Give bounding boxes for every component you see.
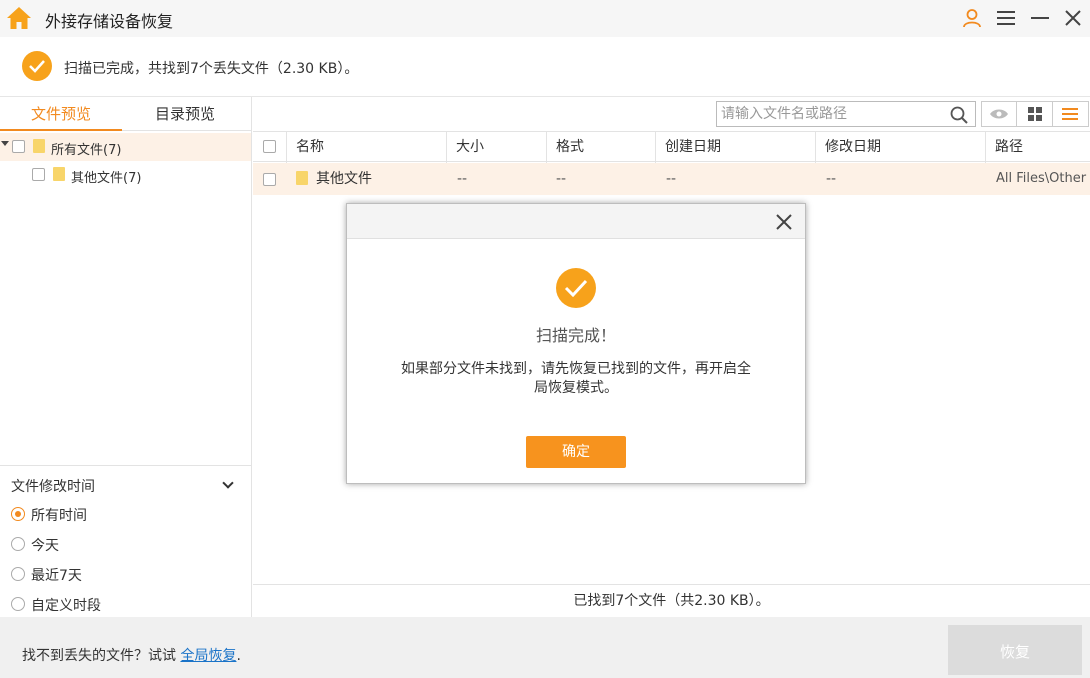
table-header: 名称 大小 格式 创建日期 修改日期 路径 [253, 131, 1090, 163]
column-name[interactable]: 名称 [286, 132, 446, 163]
footer-prompt: 找不到丢失的文件？试试 全局恢复. [22, 645, 241, 665]
global-recovery-link[interactable]: 全局恢复 [180, 648, 236, 664]
tree-item-all-files[interactable]: 所有文件(7) [0, 133, 251, 161]
app-title: 外接存储设备恢复 [45, 12, 174, 31]
home-icon[interactable] [6, 5, 32, 31]
table-row[interactable]: 其他文件 -- -- -- -- All Files\Other [253, 163, 1090, 195]
dialog-header [347, 204, 805, 239]
tree-item-label: 所有文件(7) [51, 143, 122, 158]
list-view-icon[interactable] [1053, 102, 1088, 126]
cell-modified: -- [826, 171, 837, 187]
cell-path: All Files\Other [996, 171, 1087, 186]
modified-time-filter: 文件修改时间 所有时间 今天 最近7天 自定义时段 [0, 465, 251, 617]
dialog-title: 扫描完成！ [535, 326, 616, 345]
grid-view-icon[interactable] [1017, 102, 1053, 126]
tab-file-preview[interactable]: 文件预览 [0, 97, 122, 131]
scan-result-banner: 扫描已完成，共找到7个丢失文件（2.30 KB）。 [0, 37, 1090, 97]
title-bar: 外接存储设备恢复 [0, 0, 1090, 37]
folder-icon [33, 139, 45, 153]
scan-complete-dialog: 扫描完成！ 如果部分文件未找到，请先恢复已找到的文件，再开启全局恢复模式。 确定 [346, 203, 806, 484]
tree-item-other-files[interactable]: 其他文件(7) [0, 161, 251, 189]
user-icon[interactable] [960, 6, 984, 30]
cell-created: -- [666, 171, 677, 187]
row-checkbox[interactable] [263, 173, 276, 186]
radio-button[interactable] [11, 567, 25, 581]
minimize-icon[interactable] [1028, 6, 1052, 30]
footer-suffix: . [236, 648, 241, 664]
chevron-down-icon[interactable] [222, 477, 234, 489]
radio-label: 自定义时段 [31, 598, 101, 614]
footer-prompt-text: 找不到丢失的文件？试试 [22, 648, 181, 664]
radio-button[interactable] [11, 537, 25, 551]
scan-summary-text: 扫描已完成，共找到7个丢失文件（2.30 KB）。 [64, 61, 359, 77]
select-all-checkbox[interactable] [263, 140, 276, 153]
dialog-message: 如果部分文件未找到，请先恢复已找到的文件，再开启全局恢复模式。 [401, 361, 751, 396]
checkbox[interactable] [12, 140, 25, 153]
column-format[interactable]: 格式 [546, 132, 655, 163]
left-panel: 文件预览 目录预览 所有文件(7) 其他文件(7) 文件修改时间 所有时间 今天… [0, 97, 252, 617]
preview-eye-icon[interactable] [982, 102, 1018, 126]
column-modified-date[interactable]: 修改日期 [815, 132, 985, 163]
column-created-date[interactable]: 创建日期 [655, 132, 815, 163]
view-mode-group [981, 101, 1089, 127]
radio-label: 今天 [31, 538, 59, 554]
expand-arrow-icon[interactable] [1, 141, 9, 146]
folder-icon [53, 167, 65, 181]
close-icon[interactable] [1061, 6, 1085, 30]
checkbox[interactable] [32, 168, 45, 181]
column-path[interactable]: 路径 [985, 132, 1090, 163]
recover-button[interactable]: 恢复 [948, 625, 1082, 675]
radio-label: 所有时间 [31, 508, 87, 524]
cell-format: -- [556, 171, 567, 187]
search-box [716, 101, 976, 127]
status-bar: 已找到7个文件（共2.30 KB）。 [253, 584, 1090, 617]
tree-item-label: 其他文件(7) [71, 171, 142, 186]
cell-size: -- [457, 171, 468, 187]
menu-icon[interactable] [994, 6, 1018, 30]
folder-icon [296, 171, 308, 185]
check-circle-icon [556, 268, 596, 308]
cell-name: 其他文件 [316, 171, 372, 187]
radio-button[interactable] [11, 507, 25, 521]
radio-button[interactable] [11, 597, 25, 611]
footer: 找不到丢失的文件？试试 全局恢复. 恢复 [0, 617, 1090, 678]
check-circle-icon [22, 51, 52, 81]
column-size[interactable]: 大小 [446, 132, 546, 163]
search-input[interactable] [721, 105, 946, 123]
radio-label: 最近7天 [31, 568, 82, 584]
preview-tabs: 文件预览 目录预览 [0, 97, 252, 131]
filter-title: 文件修改时间 [11, 479, 95, 495]
close-icon[interactable] [772, 210, 796, 234]
ok-button[interactable]: 确定 [526, 436, 626, 468]
tab-directory-preview[interactable]: 目录预览 [124, 97, 246, 131]
search-icon[interactable] [949, 105, 969, 125]
